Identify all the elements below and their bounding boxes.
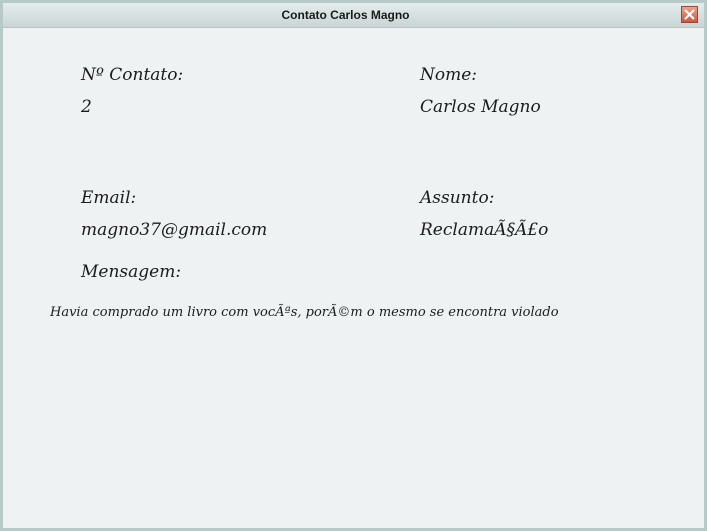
name-label: Nome: [420,65,478,85]
contact-window: Contato Carlos Magno Nº Contato: 2 Nome:… [0,0,707,531]
title-bar[interactable]: Contato Carlos Magno [3,3,704,28]
message-text: Havia comprado um livro com vocÃªs, porÃ… [50,305,559,320]
email-value: magno37@gmail.com [81,220,268,240]
name-value: Carlos Magno [420,97,541,117]
close-button[interactable] [681,6,698,23]
contact-details: Nº Contato: 2 Nome: Carlos Magno Email: … [3,28,704,528]
close-icon [684,9,695,20]
window-title: Contato Carlos Magno [281,8,410,22]
subject-label: Assunto: [420,188,495,208]
email-label: Email: [81,188,137,208]
contact-number-value: 2 [81,97,92,117]
message-label: Mensagem: [81,262,182,282]
subject-value: ReclamaÃ§Ã£o [420,220,549,240]
contact-number-label: Nº Contato: [81,65,184,85]
